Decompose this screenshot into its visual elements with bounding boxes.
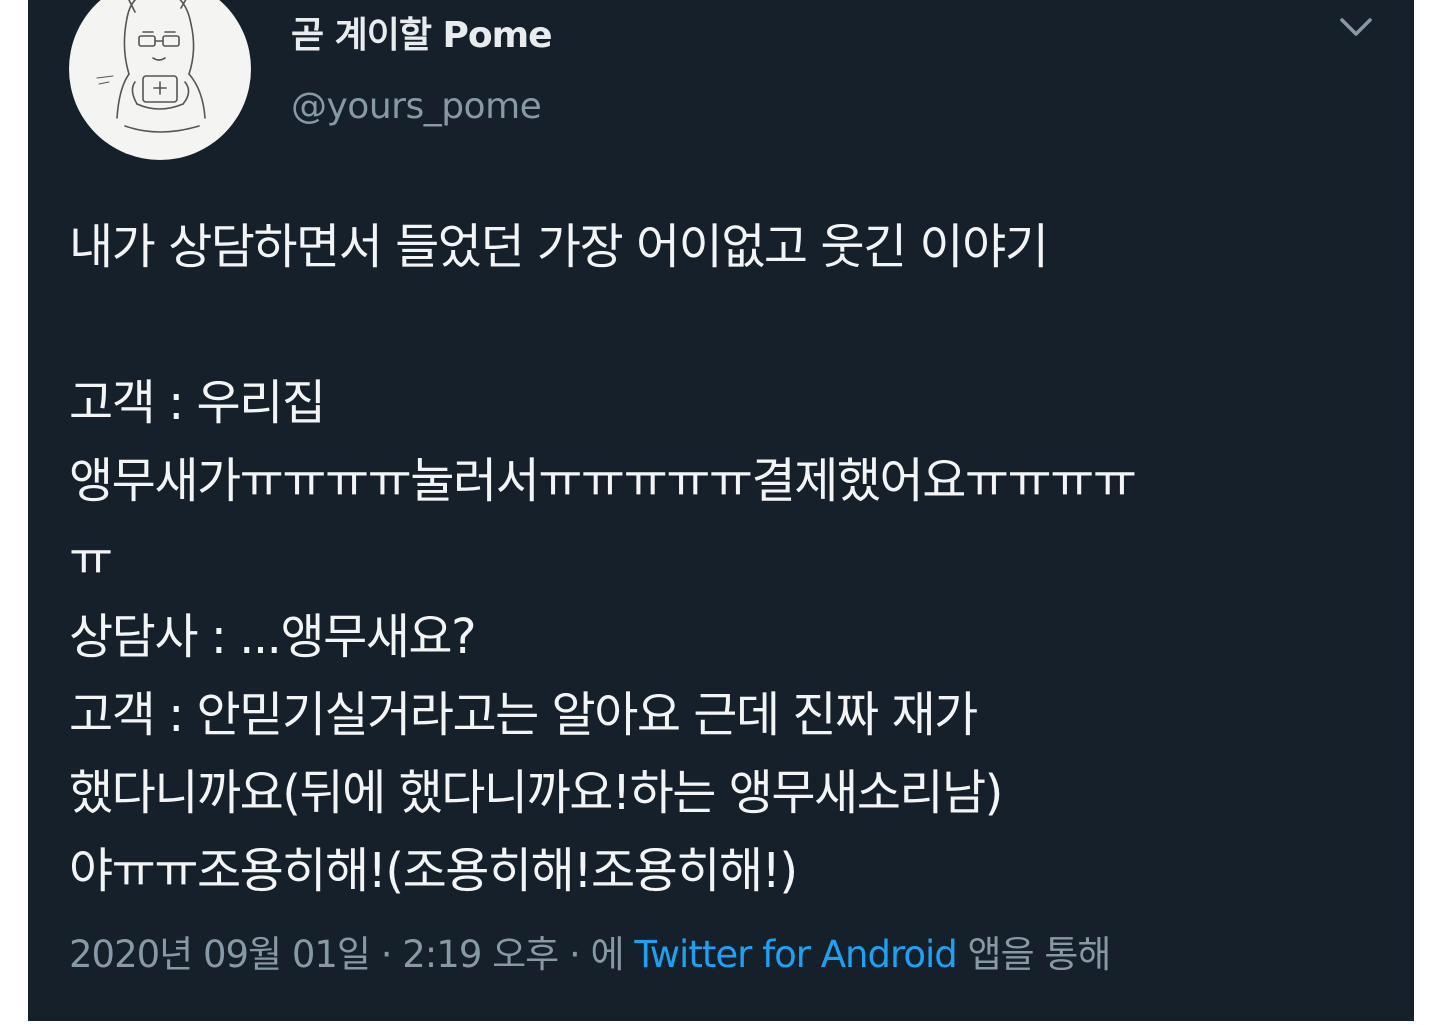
tweet-line <box>69 286 1399 364</box>
meta-separator: · <box>558 933 591 976</box>
via-suffix: 앱을 통해 <box>956 933 1112 976</box>
tweet-line: 내가 상담하면서 들었던 가장 어이없고 웃긴 이야기 <box>69 219 1049 275</box>
tweet-timestamp: 2020년 09월 01일 · 2:19 오후 · 에 Twitter for … <box>69 924 1112 978</box>
chevron-down-icon[interactable] <box>1334 4 1378 48</box>
avatar-sketch <box>96 0 206 133</box>
tweet-line: 상담사 : ...앵무새요? <box>69 609 477 665</box>
tweet-line: ㅠ <box>69 531 113 587</box>
meta-separator: · <box>369 933 403 976</box>
via-prefix: 에 <box>590 933 635 976</box>
avatar[interactable] <box>69 0 251 160</box>
tweet-line: 앵무새가ㅠㅠㅠㅠ눌러서ㅠㅠㅠㅠㅠ결제했어요ㅠㅠㅠㅠ <box>69 453 1137 509</box>
tweet-line: 고객 : 안믿기실거라고는 알아요 근데 진짜 재가 <box>69 687 978 743</box>
tweet-text: 내가 상담하면서 들었던 가장 어이없고 웃긴 이야기 고객 : 우리집 앵무새… <box>69 208 1399 910</box>
tweet-card: 곧 계이할 Pome @yours_pome 내가 상담하면서 들었던 가장 어… <box>28 0 1414 1021</box>
source-link[interactable]: Twitter for Android <box>634 933 957 976</box>
tweet-date[interactable]: 2020년 09월 01일 <box>69 933 371 976</box>
tweet-time[interactable]: 2:19 오후 <box>402 933 559 976</box>
tweet-line: 야ㅠㅠ조용히해!(조용히해!조용히해!) <box>69 843 798 899</box>
user-handle[interactable]: @yours_pome <box>291 86 542 127</box>
tweet-line: 고객 : 우리집 <box>69 375 326 431</box>
display-name[interactable]: 곧 계이할 Pome <box>291 6 553 58</box>
tweet-line: 했다니까요(뒤에 했다니까요!하는 앵무새소리남) <box>69 765 1003 821</box>
